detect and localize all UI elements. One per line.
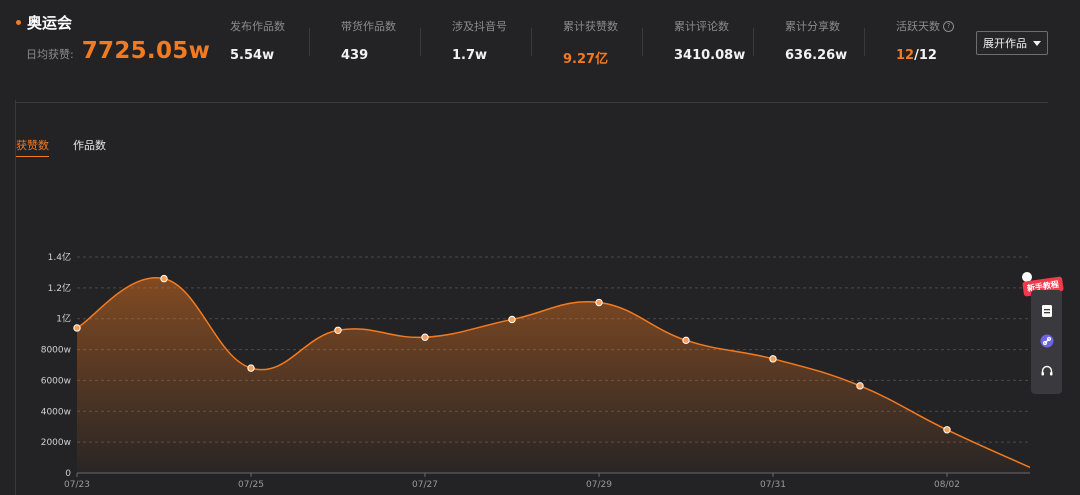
- help-icon[interactable]: ?: [943, 20, 954, 32]
- y-tick-label: 8000w: [41, 346, 71, 356]
- data-point-07-28[interactable]: [508, 315, 516, 324]
- data-point-07-27[interactable]: [421, 333, 429, 341]
- x-tick-label: 07/27: [412, 480, 438, 490]
- y-tick-label: 1亿: [56, 313, 71, 325]
- likes-area-chart: 02000w4000w6000w8000w1亿1.2亿1.4亿 07/23 07/…: [41, 251, 1030, 490]
- y-tick-label: 2000w: [41, 438, 71, 448]
- data-point-07-24[interactable]: [160, 274, 168, 283]
- stat-label: 累计分享数: [785, 20, 840, 33]
- active-days-total: /12: [914, 48, 937, 63]
- topic-header: 奥运会: [16, 12, 72, 33]
- stat-total-shares: 累计分享数 636.26w: [753, 18, 864, 67]
- daily-likes: 日均获赞: 7725.05w: [26, 38, 210, 64]
- link-icon[interactable]: [1031, 330, 1062, 352]
- x-tick-label: 08/02: [934, 480, 960, 490]
- x-tick-label: 07/23: [64, 480, 90, 490]
- stat-value: 439: [341, 48, 369, 63]
- data-point-07-30[interactable]: [682, 336, 690, 345]
- tab-works[interactable]: 作品数: [73, 137, 106, 157]
- stats-row: 发布作品数 5.54w 带货作品数 439 涉及抖音号 1.7w 累计获赞数 9…: [198, 18, 975, 67]
- stat-label: 发布作品数: [230, 20, 285, 33]
- stat-value: 12/12: [896, 48, 975, 63]
- stat-value: 3410.08w: [674, 48, 746, 63]
- stat-label-text: 活跃天数: [896, 20, 940, 33]
- y-tick-label: 0: [65, 469, 71, 479]
- stat-value: 1.7w: [452, 48, 488, 63]
- y-tick-label: 1.2亿: [48, 282, 71, 294]
- daily-likes-value: 7725.05w: [81, 38, 211, 64]
- expand-works-label: 展开作品: [983, 37, 1027, 50]
- expand-works-button[interactable]: 展开作品: [976, 31, 1048, 55]
- stat-label: 带货作品数: [341, 20, 396, 33]
- stat-active-days: 活跃天数 ? 12/12: [864, 18, 975, 67]
- x-tick-label: 07/31: [760, 480, 786, 490]
- x-axis-ticks: 07/23 07/25 07/27 07/29 07/31 08/02: [64, 473, 960, 490]
- caret-down-icon: [1033, 40, 1041, 46]
- data-point-07-29[interactable]: [595, 298, 603, 307]
- stat-value: 5.54w: [230, 48, 275, 63]
- y-axis-ticks: 0 2000w 4000w 6000w 8000w 1亿 1.2亿 1.4亿: [41, 251, 72, 479]
- daily-likes-label: 日均获赞:: [26, 48, 74, 61]
- data-point-07-26[interactable]: [334, 326, 342, 334]
- x-tick-label: 07/29: [586, 480, 612, 490]
- topic-dot: [16, 20, 21, 25]
- stat-total-likes: 累计获赞数 9.27亿: [531, 18, 642, 67]
- stat-published: 发布作品数 5.54w: [198, 18, 309, 67]
- stat-label: 累计获赞数: [563, 20, 618, 33]
- stat-value: 636.26w: [785, 48, 848, 63]
- tab-likes[interactable]: 获赞数: [16, 137, 49, 157]
- y-tick-label: 6000w: [41, 376, 71, 386]
- headset-icon[interactable]: [1031, 360, 1062, 382]
- y-tick-label: 1.4亿: [48, 251, 71, 263]
- stat-total-comments: 累计评论数 3410.08w: [642, 18, 753, 67]
- metric-tabs: 获赞数 作品数: [16, 137, 130, 157]
- data-point-08-01[interactable]: [856, 382, 864, 390]
- stat-value: 9.27亿: [563, 52, 609, 67]
- data-point-07-23[interactable]: [73, 324, 81, 332]
- active-days-count: 12: [896, 48, 915, 63]
- stat-accounts: 涉及抖音号 1.7w: [420, 18, 531, 67]
- data-point-08-02[interactable]: [943, 426, 951, 434]
- data-point-07-25[interactable]: [247, 364, 255, 372]
- stat-label: 涉及抖音号: [452, 20, 507, 33]
- side-toolbar: [1031, 290, 1062, 394]
- document-icon[interactable]: [1031, 300, 1062, 322]
- stat-commerce: 带货作品数 439: [309, 18, 420, 67]
- x-tick-label: 07/25: [238, 480, 264, 490]
- data-point-07-31[interactable]: [769, 355, 777, 363]
- stat-label: 活跃天数 ?: [896, 18, 975, 34]
- y-tick-label: 4000w: [41, 407, 71, 417]
- section-divider: [16, 102, 1048, 103]
- stat-label: 累计评论数: [674, 20, 729, 33]
- topic-name: 奥运会: [27, 14, 73, 32]
